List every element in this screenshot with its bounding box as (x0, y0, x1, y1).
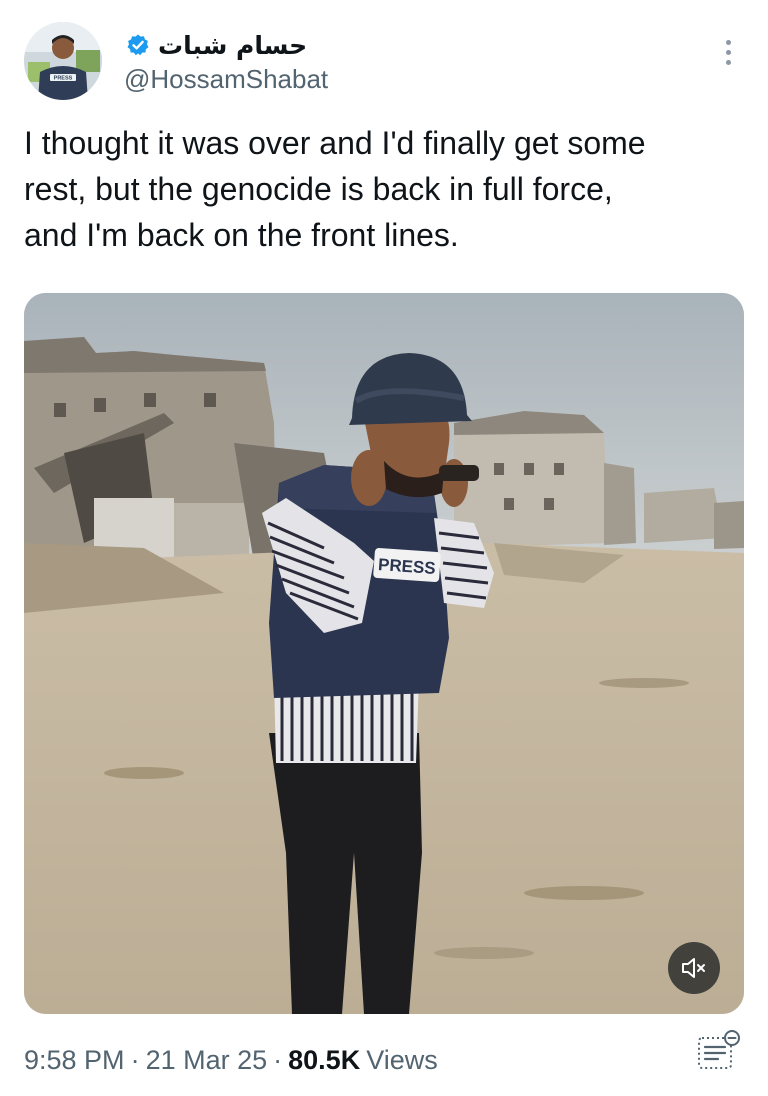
tweet-text: I thought it was over and I'd finally ge… (24, 125, 646, 253)
author-display-name[interactable]: حسام شبات (158, 31, 307, 60)
more-options-icon[interactable] (720, 40, 736, 68)
video-frame: PRESS (24, 293, 744, 1014)
verified-badge-icon (126, 33, 150, 57)
tweet-date[interactable]: 21 Mar 25 (146, 1045, 268, 1076)
mute-toggle-button[interactable] (668, 942, 720, 994)
speaker-muted-icon (682, 958, 705, 978)
avatar-photo: PRESS (24, 22, 102, 100)
post-stats-icon[interactable] (696, 1028, 744, 1072)
meta-separator: · (273, 1044, 283, 1075)
author-name-row[interactable]: حسام شبات (126, 28, 307, 62)
tweet-meta: 9:58 PM · 21 Mar 25 · 80.5K Views (24, 1040, 438, 1080)
avatar-badge-text: PRESS (54, 76, 73, 82)
avatar[interactable]: PRESS (24, 22, 102, 100)
views-count: 80.5K (288, 1044, 361, 1075)
author-handle[interactable]: @HossamShabat (124, 64, 328, 95)
tweet-time[interactable]: 9:58 PM (24, 1045, 125, 1076)
meta-separator: · (130, 1044, 140, 1075)
tweet-video[interactable]: PRESS (24, 293, 744, 1014)
vest-press-label: PRESS (377, 555, 436, 578)
views-label: Views (366, 1044, 438, 1075)
